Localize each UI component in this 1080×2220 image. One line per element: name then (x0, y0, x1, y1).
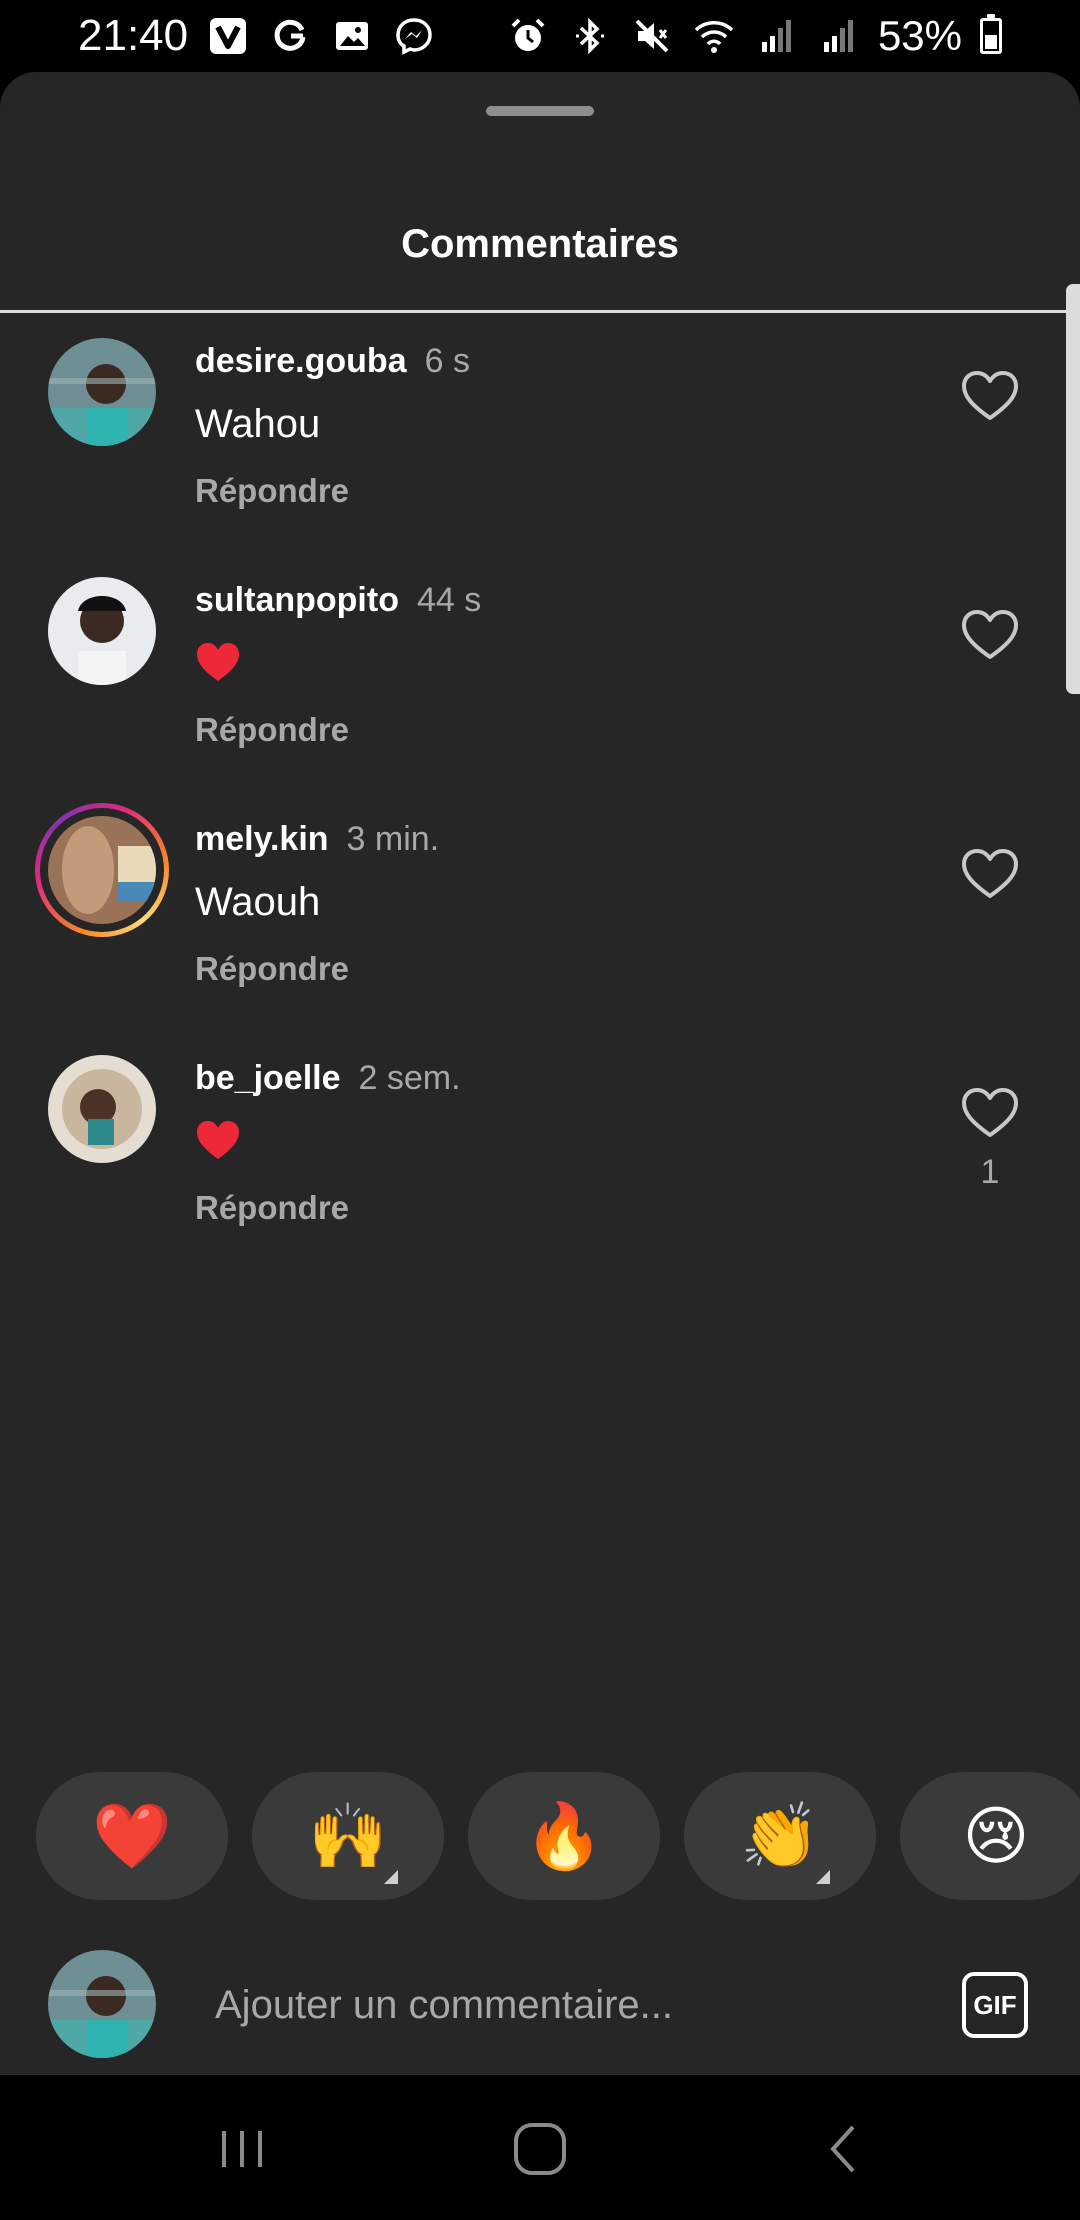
page-title: Commentaires (401, 222, 679, 266)
avatar[interactable] (48, 816, 156, 924)
avatar[interactable] (48, 338, 156, 446)
reaction-raising-hands[interactable]: 🙌 (252, 1772, 444, 1900)
heart-outline-icon[interactable] (960, 846, 1020, 902)
comment-item: sultanpopito 44 s Répondre (0, 553, 1080, 773)
comment-time: 6 s (424, 342, 470, 380)
comment-username[interactable]: sultanpopito 44 s (195, 581, 481, 620)
like-count: 1 (980, 1153, 1000, 1191)
heart-outline-icon[interactable] (960, 368, 1020, 424)
reply-button[interactable]: Répondre (195, 472, 349, 510)
alarm-icon (506, 14, 550, 58)
gif-button[interactable]: GIF (962, 1972, 1028, 2038)
reaction-red-heart[interactable]: ❤️ (36, 1772, 228, 1900)
battery-icon (980, 14, 1002, 54)
messenger-icon (392, 14, 436, 58)
battery-percent: 53% (877, 12, 962, 59)
divider (0, 310, 1080, 313)
comment-composer: GIF (0, 1932, 1080, 2072)
comments-sheet: Commentaires desire.gouba 6 s Wahou Répon… (0, 72, 1080, 2075)
red-heart-icon (197, 1121, 239, 1159)
comment-item: desire.gouba 6 s Wahou Répondre (0, 314, 1080, 534)
navigation-bar (0, 2075, 1080, 2220)
red-heart-icon (197, 643, 239, 681)
fire-icon: 🔥 (524, 1799, 604, 1872)
avatar[interactable] (48, 577, 156, 685)
comment-time: 44 s (416, 581, 482, 619)
comment-item: be_joelle 2 sem. Répondre 1 (0, 1031, 1080, 1251)
comment-text: Waouh (195, 880, 321, 924)
reply-button[interactable]: Répondre (195, 1189, 349, 1227)
comment-text: Wahou (195, 402, 321, 446)
crying-face-icon: 😢 (962, 1799, 1030, 1872)
comment-text (195, 641, 241, 693)
status-time: 21:40 (78, 11, 189, 60)
reaction-clapping-hands[interactable]: 👏 (684, 1772, 876, 1900)
gallery-icon (330, 14, 374, 58)
comment-text (195, 1119, 241, 1171)
reaction-crying-face[interactable]: 😢 (900, 1772, 1080, 1900)
v-app-icon (206, 14, 250, 58)
reply-button[interactable]: Répondre (195, 711, 349, 749)
drag-handle[interactable] (486, 106, 594, 116)
more-variants-icon (816, 1870, 830, 1884)
google-icon (268, 14, 312, 58)
recent-apps-icon[interactable] (212, 2119, 272, 2179)
wifi-icon (692, 14, 736, 58)
signal-icon (754, 14, 798, 58)
red-heart-icon: ❤️ (92, 1799, 172, 1872)
avatar[interactable] (48, 1055, 156, 1163)
back-icon[interactable] (815, 2119, 875, 2179)
status-bar: 21:40 53% (0, 0, 1080, 72)
clapping-hands-icon: 👏 (740, 1799, 820, 1872)
home-icon[interactable] (510, 2119, 570, 2179)
quick-reactions: ❤️ 🙌 🔥 👏 😢 (36, 1772, 1080, 1900)
reply-button[interactable]: Répondre (195, 950, 349, 988)
reaction-fire[interactable]: 🔥 (468, 1772, 660, 1900)
heart-outline-icon[interactable] (960, 1085, 1020, 1141)
comment-item: mely.kin 3 min. Waouh Répondre (0, 792, 1080, 1012)
comment-time: 3 min. (346, 820, 440, 858)
mute-icon (630, 14, 674, 58)
comment-input[interactable] (215, 1970, 915, 2040)
raising-hands-icon: 🙌 (308, 1799, 388, 1872)
heart-outline-icon[interactable] (960, 607, 1020, 663)
avatar (48, 1950, 156, 2058)
signal-icon (816, 14, 860, 58)
comment-time: 2 sem. (358, 1059, 461, 1097)
comment-username[interactable]: be_joelle 2 sem. (195, 1059, 461, 1098)
comment-username[interactable]: mely.kin 3 min. (195, 820, 439, 859)
more-variants-icon (384, 1870, 398, 1884)
bluetooth-icon (568, 14, 612, 58)
comment-username[interactable]: desire.gouba 6 s (195, 342, 470, 381)
